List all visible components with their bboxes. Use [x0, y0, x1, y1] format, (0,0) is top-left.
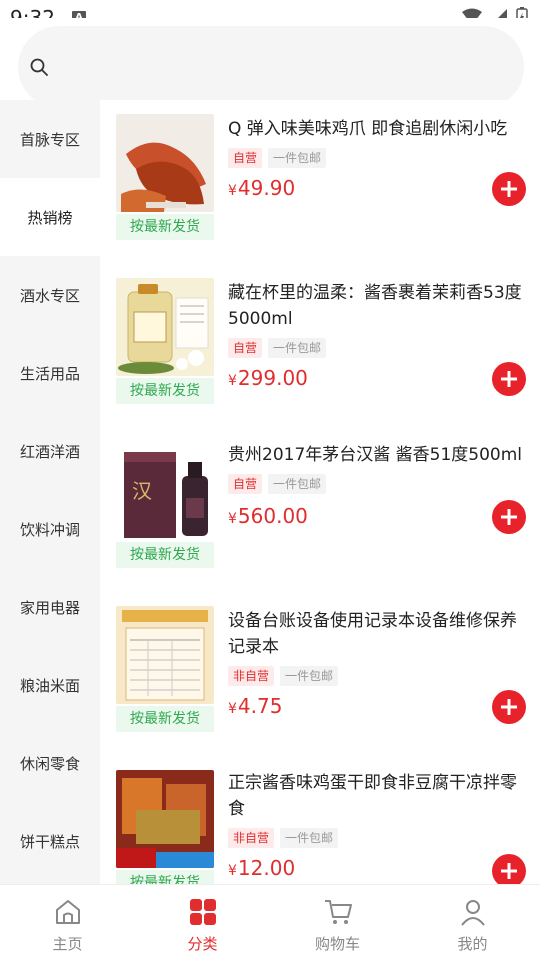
sidebar-item-label: 休闲零食 [19, 754, 80, 773]
product-card[interactable]: 汉 按最新发货 贵州2017年茅台汉酱 酱香51度500ml 自营 一件包邮 ¥… [100, 442, 540, 592]
shipping-label: 按最新发货 [116, 706, 214, 732]
currency-symbol: ¥ [228, 373, 237, 389]
free-shipping-tag: 一件包邮 [268, 474, 327, 494]
currency-symbol: ¥ [228, 701, 237, 717]
product-tags: 自营 一件包邮 [228, 148, 327, 168]
product-image[interactable]: 汉 [116, 442, 214, 540]
sidebar-item-label: 粮油米面 [19, 676, 80, 695]
user-icon [460, 900, 485, 926]
tab-profile[interactable]: 我的 [405, 885, 540, 960]
product-tags: 自营 一件包邮 [228, 338, 327, 358]
sidebar-item-wine[interactable]: 红酒洋酒 [0, 412, 100, 490]
currency-symbol: ¥ [228, 511, 237, 527]
price-value: 299.00 [237, 366, 308, 390]
search-input[interactable] [60, 48, 500, 84]
product-image[interactable] [116, 114, 214, 212]
currency-symbol: ¥ [228, 183, 237, 199]
sidebar-item-label: 热销榜 [27, 208, 73, 227]
tab-label: 购物车 [314, 935, 360, 953]
free-shipping-tag: 一件包邮 [280, 828, 339, 848]
price-value: 49.90 [237, 176, 296, 200]
product-title[interactable]: 正宗酱香味鸡蛋干即食非豆腐干凉拌零食 [228, 770, 524, 822]
product-title[interactable]: 设备台账设备使用记录本设备维修保养记录本 [228, 608, 524, 660]
sidebar-item-label: 红酒洋酒 [19, 442, 80, 461]
add-to-cart-button[interactable] [492, 690, 526, 724]
product-card[interactable]: 按最新发货 正宗酱香味鸡蛋干即食非豆腐干凉拌零食 非自营 一件包邮 ¥12.00 [100, 770, 540, 884]
product-price: ¥12.00 [228, 856, 295, 880]
product-tags: 非自营 一件包邮 [228, 828, 339, 848]
tab-label: 主页 [52, 935, 83, 953]
product-price: ¥49.90 [228, 176, 295, 200]
add-to-cart-button[interactable] [492, 362, 526, 396]
product-image[interactable] [116, 606, 214, 704]
self-operated-tag: 自营 [228, 338, 263, 358]
sidebar-item-daily-goods[interactable]: 生活用品 [0, 334, 100, 412]
product-price: ¥299.00 [228, 366, 308, 390]
non-self-operated-tag: 非自营 [228, 828, 275, 848]
sidebar-item-label: 首脉专区 [19, 130, 80, 149]
free-shipping-tag: 一件包邮 [268, 148, 327, 168]
self-operated-tag: 自营 [228, 474, 263, 494]
sidebar-item-shoumai[interactable]: 首脉专区 [0, 100, 100, 178]
tab-home[interactable]: 主页 [0, 885, 135, 960]
product-list: 按最新发货 Q 弹入味美味鸡爪 即食追剧休闲小吃 自营 一件包邮 ¥49.90 … [100, 100, 540, 884]
product-card[interactable]: 按最新发货 设备台账设备使用记录本设备维修保养记录本 非自营 一件包邮 ¥4.7… [100, 606, 540, 756]
home-icon [55, 900, 80, 924]
tab-cart[interactable]: 购物车 [270, 885, 405, 960]
self-operated-tag: 自营 [228, 148, 263, 168]
sidebar-item-label: 酒水专区 [19, 286, 80, 305]
price-value: 4.75 [237, 694, 283, 718]
product-card[interactable]: 按最新发货 Q 弹入味美味鸡爪 即食追剧休闲小吃 自营 一件包邮 ¥49.90 [100, 114, 540, 264]
product-tags: 自营 一件包邮 [228, 474, 327, 494]
add-to-cart-button[interactable] [492, 172, 526, 206]
sidebar-item-grain-oil[interactable]: 粮油米面 [0, 646, 100, 724]
shipping-label: 按最新发货 [116, 542, 214, 568]
sidebar-item-liquor[interactable]: 酒水专区 [0, 256, 100, 334]
tab-label: 我的 [457, 935, 488, 953]
sidebar-item-label: 饼干糕点 [19, 832, 80, 851]
free-shipping-tag: 一件包邮 [280, 666, 339, 686]
bottom-tab-bar: 主页 分类 购物车 我的 [0, 884, 540, 960]
product-image[interactable] [116, 278, 214, 376]
sidebar-item-appliances[interactable]: 家用电器 [0, 568, 100, 646]
cart-icon [324, 900, 352, 924]
sidebar-item-drinks[interactable]: 饮料冲调 [0, 490, 100, 568]
non-self-operated-tag: 非自营 [228, 666, 275, 686]
sidebar-item-label: 家用电器 [19, 598, 80, 617]
product-price: ¥4.75 [228, 694, 282, 718]
tab-category[interactable]: 分类 [135, 885, 270, 960]
shipping-label: 按最新发货 [116, 214, 214, 240]
sidebar-item-biscuits[interactable]: 饼干糕点 [0, 802, 100, 880]
sidebar-item-hot-sales[interactable]: 热销榜 [0, 178, 100, 256]
add-to-cart-button[interactable] [492, 500, 526, 534]
search-icon[interactable] [30, 58, 48, 76]
sidebar-item-label: 饮料冲调 [19, 520, 80, 539]
category-icon [189, 899, 216, 925]
svg-text:汉: 汉 [132, 479, 152, 503]
tab-label: 分类 [187, 935, 218, 953]
product-price: ¥560.00 [228, 504, 308, 528]
add-to-cart-button[interactable] [492, 854, 526, 884]
product-title[interactable]: Q 弹入味美味鸡爪 即食追剧休闲小吃 [228, 116, 524, 142]
currency-symbol: ¥ [228, 863, 237, 879]
product-card[interactable]: 按最新发货 藏在杯里的温柔：酱香裹着茉莉香53度5000ml 自营 一件包邮 ¥… [100, 278, 540, 428]
product-image[interactable] [116, 770, 214, 868]
product-tags: 非自营 一件包邮 [228, 666, 339, 686]
category-sidebar: 首脉专区 热销榜 酒水专区 生活用品 红酒洋酒 饮料冲调 家用电器 粮油米面 休… [0, 100, 100, 884]
product-title[interactable]: 贵州2017年茅台汉酱 酱香51度500ml [228, 442, 524, 468]
free-shipping-tag: 一件包邮 [268, 338, 327, 358]
sidebar-item-label: 生活用品 [19, 364, 80, 383]
product-title[interactable]: 藏在杯里的温柔：酱香裹着茉莉香53度5000ml [228, 280, 524, 332]
price-value: 12.00 [237, 856, 296, 880]
shipping-label: 按最新发货 [116, 870, 214, 884]
sidebar-item-snacks[interactable]: 休闲零食 [0, 724, 100, 802]
price-value: 560.00 [237, 504, 308, 528]
shipping-label: 按最新发货 [116, 378, 214, 404]
